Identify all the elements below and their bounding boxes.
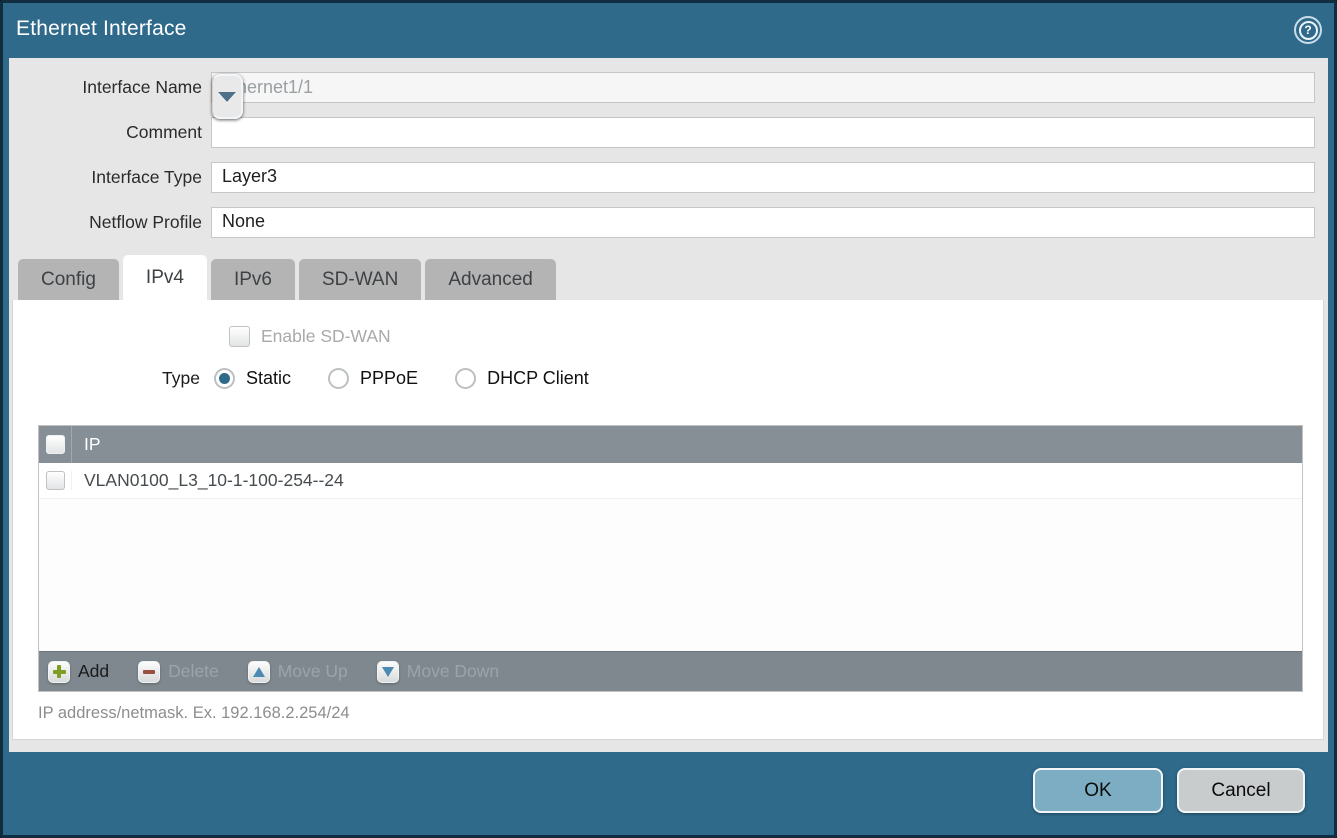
tab-strip: Config IPv4 IPv6 SD-WAN Advanced	[18, 255, 556, 300]
enable-sdwan-row: Enable SD-WAN	[229, 326, 391, 347]
tab-sdwan[interactable]: SD-WAN	[299, 259, 421, 300]
tab-ipv6[interactable]: IPv6	[211, 259, 295, 300]
radio-pppoe[interactable]: PPPoE	[328, 368, 418, 389]
interface-name-label: Interface Name	[9, 77, 202, 98]
enable-sdwan-checkbox[interactable]	[229, 326, 250, 347]
help-icon[interactable]: ?	[1294, 16, 1322, 44]
table-toolbar: Add Delete Move Up Move Down	[39, 651, 1302, 691]
radio-dhcp-label: DHCP Client	[487, 368, 589, 389]
ipv4-tab-panel: Enable SD-WAN Type Static PPPoE DHCP Cli…	[12, 300, 1324, 740]
table-empty-area	[39, 499, 1302, 651]
netflow-profile-dropdown-button[interactable]	[212, 74, 243, 119]
interface-name-field[interactable]	[211, 72, 1315, 103]
dialog-body: Interface Name Comment Interface Type La…	[9, 58, 1328, 752]
dialog-title: Ethernet Interface	[16, 17, 187, 41]
question-mark-glyph: ?	[1299, 21, 1318, 40]
ip-cell-value: VLAN0100_L3_10-1-100-254--24	[72, 470, 344, 491]
chevron-down-icon	[218, 92, 236, 102]
arrow-up-icon	[248, 661, 270, 683]
move-down-button-label: Move Down	[407, 661, 499, 682]
radio-pppoe-label: PPPoE	[360, 368, 418, 389]
ip-format-hint: IP address/netmask. Ex. 192.168.2.254/24	[38, 704, 350, 723]
ip-table: IP VLAN0100_L3_10-1-100-254--24 Add	[38, 425, 1303, 692]
interface-type-label: Interface Type	[9, 167, 202, 188]
delete-button[interactable]: Delete	[138, 661, 219, 683]
add-button-label: Add	[78, 661, 109, 682]
ok-button[interactable]: OK	[1033, 768, 1163, 813]
comment-row: Comment	[9, 117, 1328, 148]
titlebar: Ethernet Interface ?	[3, 3, 1334, 58]
row-checkbox[interactable]	[46, 471, 65, 490]
type-row: Type Static PPPoE DHCP Client	[13, 368, 626, 389]
table-row[interactable]: VLAN0100_L3_10-1-100-254--24	[39, 463, 1302, 499]
netflow-profile-dropdown[interactable]: None	[211, 207, 1315, 238]
radio-dhcp-circle	[455, 368, 476, 389]
plus-icon	[48, 661, 70, 683]
radio-pppoe-circle	[328, 368, 349, 389]
interface-type-value: Layer3	[212, 163, 1314, 192]
interface-type-dropdown[interactable]: Layer3	[211, 162, 1315, 193]
move-up-button[interactable]: Move Up	[248, 661, 348, 683]
netflow-profile-row: Netflow Profile None	[9, 207, 1328, 238]
arrow-down-icon	[377, 661, 399, 683]
radio-static-circle	[214, 368, 235, 389]
dialog-footer: OK Cancel	[3, 752, 1334, 835]
radio-static-label: Static	[246, 368, 291, 389]
interface-type-row: Interface Type Layer3	[9, 162, 1328, 193]
interface-name-row: Interface Name	[9, 72, 1328, 103]
minus-icon	[138, 661, 160, 683]
radio-static[interactable]: Static	[214, 368, 291, 389]
move-down-button[interactable]: Move Down	[377, 661, 499, 683]
comment-field[interactable]	[211, 117, 1315, 148]
type-label: Type	[13, 368, 200, 389]
tab-config[interactable]: Config	[18, 259, 119, 300]
enable-sdwan-label: Enable SD-WAN	[261, 326, 391, 347]
tab-ipv4[interactable]: IPv4	[123, 255, 207, 300]
netflow-profile-value: None	[212, 208, 1314, 237]
netflow-profile-label: Netflow Profile	[9, 212, 202, 233]
radio-dhcp-client[interactable]: DHCP Client	[455, 368, 589, 389]
select-all-checkbox[interactable]	[46, 435, 65, 454]
tab-advanced[interactable]: Advanced	[425, 259, 556, 300]
ip-table-header: IP	[39, 426, 1302, 463]
add-button[interactable]: Add	[48, 661, 109, 683]
ip-column-header: IP	[72, 434, 101, 455]
cancel-button[interactable]: Cancel	[1177, 768, 1305, 813]
comment-label: Comment	[9, 122, 202, 143]
move-up-button-label: Move Up	[278, 661, 348, 682]
ethernet-interface-dialog: Ethernet Interface ? Interface Name Comm…	[0, 0, 1337, 838]
delete-button-label: Delete	[168, 661, 219, 682]
